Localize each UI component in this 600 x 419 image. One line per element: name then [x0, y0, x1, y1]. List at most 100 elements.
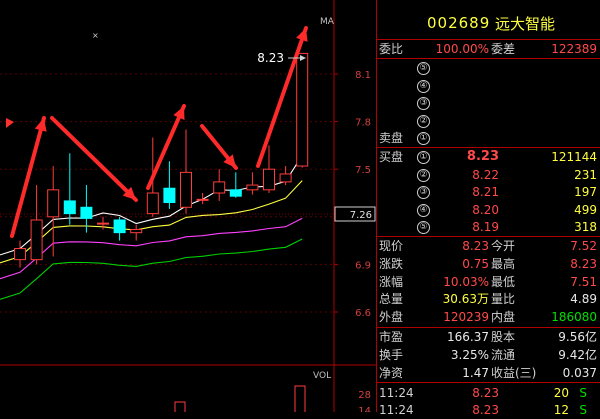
stat-row: 涨跌 0.75 最高 8.23: [377, 255, 600, 273]
stat-value: 8.23: [570, 256, 597, 271]
stat-value: 7.52: [570, 239, 597, 253]
stock-code: 002689: [427, 14, 491, 32]
vol-label: VOL: [313, 371, 331, 381]
level-number: ⑤: [417, 62, 430, 75]
fundamental-label: 流通: [491, 348, 516, 362]
volume-bar: [294, 385, 306, 412]
tick-price: 8.23: [472, 403, 499, 417]
candle-body: [30, 219, 43, 261]
stat-value: 186080: [551, 310, 597, 325]
trend-arrow: [146, 104, 186, 190]
buy-volume: 197: [574, 185, 597, 200]
buy-volume: 231: [574, 167, 597, 182]
candle-body: [14, 248, 26, 261]
stat-label: 现价: [379, 239, 404, 253]
candle-body: [296, 52, 309, 167]
candle-body: [229, 189, 242, 197]
level-number: ①: [417, 151, 430, 164]
buy-price: 8.23: [466, 149, 499, 164]
stat-value: 7.51: [570, 274, 597, 289]
ma60-line: [0, 238, 303, 300]
sell-level: ④: [377, 77, 600, 95]
fundamental-label: 股本: [491, 330, 516, 344]
y-tick-label: 7.5: [355, 165, 371, 176]
candle-body: [180, 171, 192, 208]
buy-level: ⑤ 8.19 318: [377, 218, 600, 236]
stat-label: 量比: [491, 292, 516, 307]
fundamental-value: 3.25%: [450, 348, 489, 362]
weicha-value: 122389: [551, 42, 597, 56]
vol-tick-label: 14: [358, 406, 371, 412]
fundamental-row: 净资 1.47 收益(三) 0.037: [377, 364, 600, 382]
fundamental-value: 0.037: [562, 366, 597, 380]
stat-value: 8.23: [462, 239, 489, 253]
stat-row: 外盘 120239 内盘 186080: [377, 308, 600, 326]
weibi-value: 100.00%: [435, 42, 489, 56]
sell-level: ⑤: [377, 59, 600, 77]
left-marker: [6, 118, 14, 128]
candle-body: [130, 228, 143, 234]
candle-body: [63, 200, 76, 215]
stat-value: 120239: [443, 310, 489, 325]
level-number: ③: [417, 186, 430, 200]
stat-value: 30.63万: [442, 292, 489, 307]
candle-body: [279, 173, 292, 183]
ma-label: MA: [320, 17, 335, 27]
candle-body: [47, 189, 60, 218]
stock-title: 002689 远大智能: [377, 0, 600, 40]
y-tick-label: 6.9: [355, 260, 371, 271]
tick-row[interactable]: 11:24 8.23 12 S: [377, 401, 600, 419]
fundamental-value: 1.47: [462, 366, 489, 380]
y-tick-label: 8.1: [355, 70, 371, 81]
buy-price: 8.22: [472, 167, 499, 182]
buy-volume: 499: [574, 202, 597, 217]
tick-volume: 20: [553, 386, 569, 400]
candle-body: [163, 187, 176, 204]
stat-label: 总量: [379, 292, 404, 307]
tick-price: 8.23: [472, 386, 499, 400]
stat-row: 涨幅 10.03% 最低 7.51: [377, 273, 600, 291]
candle-body: [97, 222, 109, 225]
buy-price: 8.21: [472, 185, 499, 200]
candle-body: [196, 198, 209, 201]
stock-name: 远大智能: [495, 15, 556, 33]
tick-side: S: [579, 386, 587, 400]
quote-panel: 002689 远大智能 委比 100.00% 委差 122389 ⑤ ④ ③ ② ① 卖…: [376, 0, 600, 417]
fundamental-value: 166.37: [447, 330, 489, 344]
candle-body: [246, 184, 259, 191]
stat-label: 最低: [491, 274, 516, 289]
stat-row: 总量 30.63万 量比 4.89: [377, 290, 600, 308]
buy-level: ② 8.22 231: [377, 166, 600, 184]
kline-chart[interactable]: 8.17.87.57.26.96.67.26MAVOL2814×8.23: [0, 0, 376, 412]
level-number: ④: [417, 79, 430, 93]
stat-label: 涨跌: [379, 256, 404, 271]
level-number: ④: [417, 203, 430, 217]
current-price-tag: 7.26: [350, 210, 372, 221]
stat-label: 最高: [491, 256, 516, 271]
buy-volume: 318: [574, 220, 597, 235]
vol-tick-label: 28: [358, 390, 371, 401]
buy-level: ① 8.23 121144: [377, 148, 600, 166]
level-number: ①: [417, 132, 430, 146]
y-tick-label: 6.6: [355, 308, 371, 319]
buy-price: 8.20: [472, 202, 499, 217]
tick-time: 11:24: [379, 386, 414, 400]
tick-row[interactable]: 11:24 8.23 20 S: [377, 384, 600, 402]
buy-level: ③ 8.21 197: [377, 183, 600, 201]
kline-svg[interactable]: 8.17.87.57.26.96.67.26MAVOL2814×8.23: [0, 0, 376, 412]
candle-body: [113, 219, 126, 234]
trend-arrow: [10, 116, 46, 238]
fundamental-row: 换手 3.25% 流通 9.42亿: [377, 346, 600, 364]
volume-bar: [174, 401, 186, 412]
weicha-label: 委差: [491, 42, 516, 56]
stat-label: 内盘: [491, 310, 516, 325]
stat-value: 0.75: [462, 256, 489, 271]
candle-body: [213, 181, 226, 194]
sell-level: ③: [377, 94, 600, 112]
level-number: ②: [417, 114, 430, 128]
fundamental-row: 市盈 166.37 股本 9.56亿: [377, 328, 600, 346]
sell-level: ①: [377, 129, 600, 147]
fundamental-value: 9.42亿: [558, 348, 597, 362]
high-annotation: 8.23: [257, 51, 284, 65]
stat-label: 今开: [491, 239, 516, 253]
